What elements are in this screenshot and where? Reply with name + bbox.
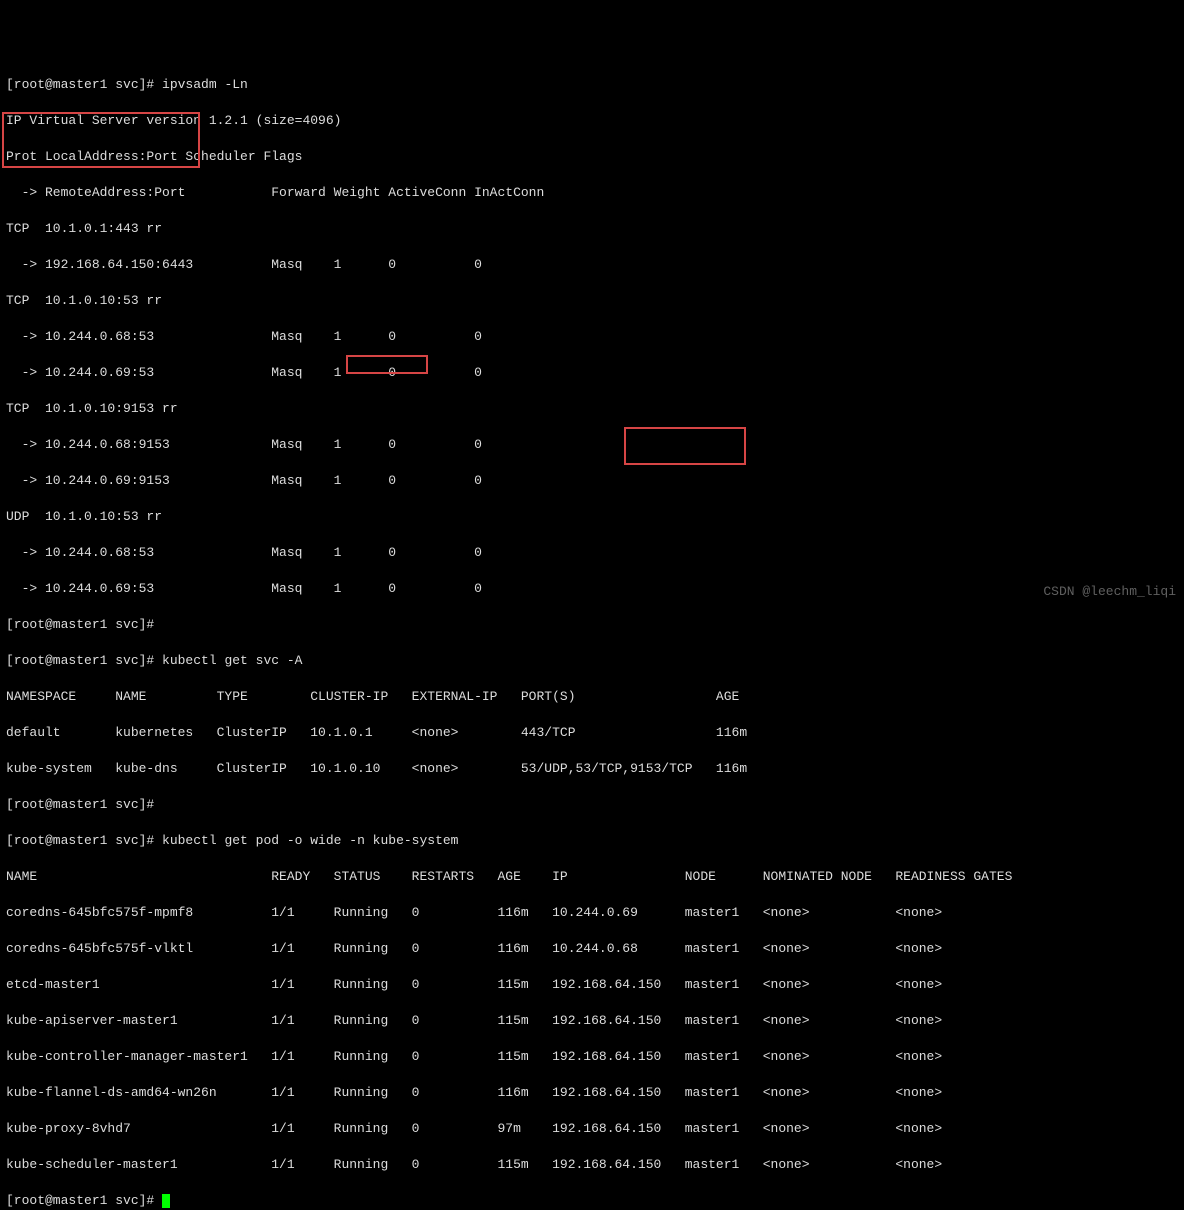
command-text: kubectl get pod -o wide -n kube-system <box>162 833 458 848</box>
output-line: TCP 10.1.0.10:9153 rr <box>6 400 1178 418</box>
output-line: -> 10.244.0.68:53 Masq 1 0 0 <box>6 544 1178 562</box>
terminal-line: [root@master1 svc]# ipvsadm -Ln <box>6 76 1178 94</box>
shell-prompt[interactable]: [root@master1 svc]# <box>6 833 162 848</box>
table-row: kube-system kube-dns ClusterIP 10.1.0.10… <box>6 760 1178 778</box>
output-line: -> 10.244.0.68:53 Masq 1 0 0 <box>6 328 1178 346</box>
table-row: coredns-645bfc575f-mpmf8 1/1 Running 0 1… <box>6 904 1178 922</box>
shell-prompt[interactable]: [root@master1 svc]# <box>6 796 1178 814</box>
shell-prompt[interactable]: [root@master1 svc]# <box>6 653 162 668</box>
command-text: kubectl get svc -A <box>162 653 302 668</box>
table-row: kube-scheduler-master1 1/1 Running 0 115… <box>6 1156 1178 1174</box>
table-row: kube-proxy-8vhd7 1/1 Running 0 97m 192.1… <box>6 1120 1178 1138</box>
shell-prompt[interactable]: [root@master1 svc]# <box>6 1193 162 1208</box>
output-line: IP Virtual Server version 1.2.1 (size=40… <box>6 112 1178 130</box>
shell-prompt[interactable]: [root@master1 svc]# <box>6 616 1178 634</box>
table-row: kube-flannel-ds-amd64-wn26n 1/1 Running … <box>6 1084 1178 1102</box>
output-line: -> 10.244.0.69:53 Masq 1 0 0 <box>6 364 1178 382</box>
table-row: etcd-master1 1/1 Running 0 115m 192.168.… <box>6 976 1178 994</box>
output-line: Prot LocalAddress:Port Scheduler Flags <box>6 148 1178 166</box>
output-line: TCP 10.1.0.10:53 rr <box>6 292 1178 310</box>
output-line: -> 192.168.64.150:6443 Masq 1 0 0 <box>6 256 1178 274</box>
table-row: default kubernetes ClusterIP 10.1.0.1 <n… <box>6 724 1178 742</box>
shell-prompt[interactable]: [root@master1 svc]# <box>6 77 162 92</box>
table-row: coredns-645bfc575f-vlktl 1/1 Running 0 1… <box>6 940 1178 958</box>
watermark: CSDN @leechm_liqi <box>1043 583 1176 601</box>
output-line: UDP 10.1.0.10:53 rr <box>6 508 1178 526</box>
terminal-line: [root@master1 svc]# <box>6 1192 1178 1210</box>
cursor[interactable] <box>162 1194 170 1208</box>
output-line: -> 10.244.0.69:9153 Masq 1 0 0 <box>6 472 1178 490</box>
table-header: NAME READY STATUS RESTARTS AGE IP NODE N… <box>6 868 1178 886</box>
table-row: kube-apiserver-master1 1/1 Running 0 115… <box>6 1012 1178 1030</box>
output-line: -> RemoteAddress:Port Forward Weight Act… <box>6 184 1178 202</box>
command-text: ipvsadm -Ln <box>162 77 248 92</box>
output-line: TCP 10.1.0.1:443 rr <box>6 220 1178 238</box>
terminal-line: [root@master1 svc]# kubectl get svc -A <box>6 652 1178 670</box>
terminal-line: [root@master1 svc]# kubectl get pod -o w… <box>6 832 1178 850</box>
table-row: kube-controller-manager-master1 1/1 Runn… <box>6 1048 1178 1066</box>
output-line: -> 10.244.0.68:9153 Masq 1 0 0 <box>6 436 1178 454</box>
table-header: NAMESPACE NAME TYPE CLUSTER-IP EXTERNAL-… <box>6 688 1178 706</box>
output-line: -> 10.244.0.69:53 Masq 1 0 0 <box>6 580 1178 598</box>
